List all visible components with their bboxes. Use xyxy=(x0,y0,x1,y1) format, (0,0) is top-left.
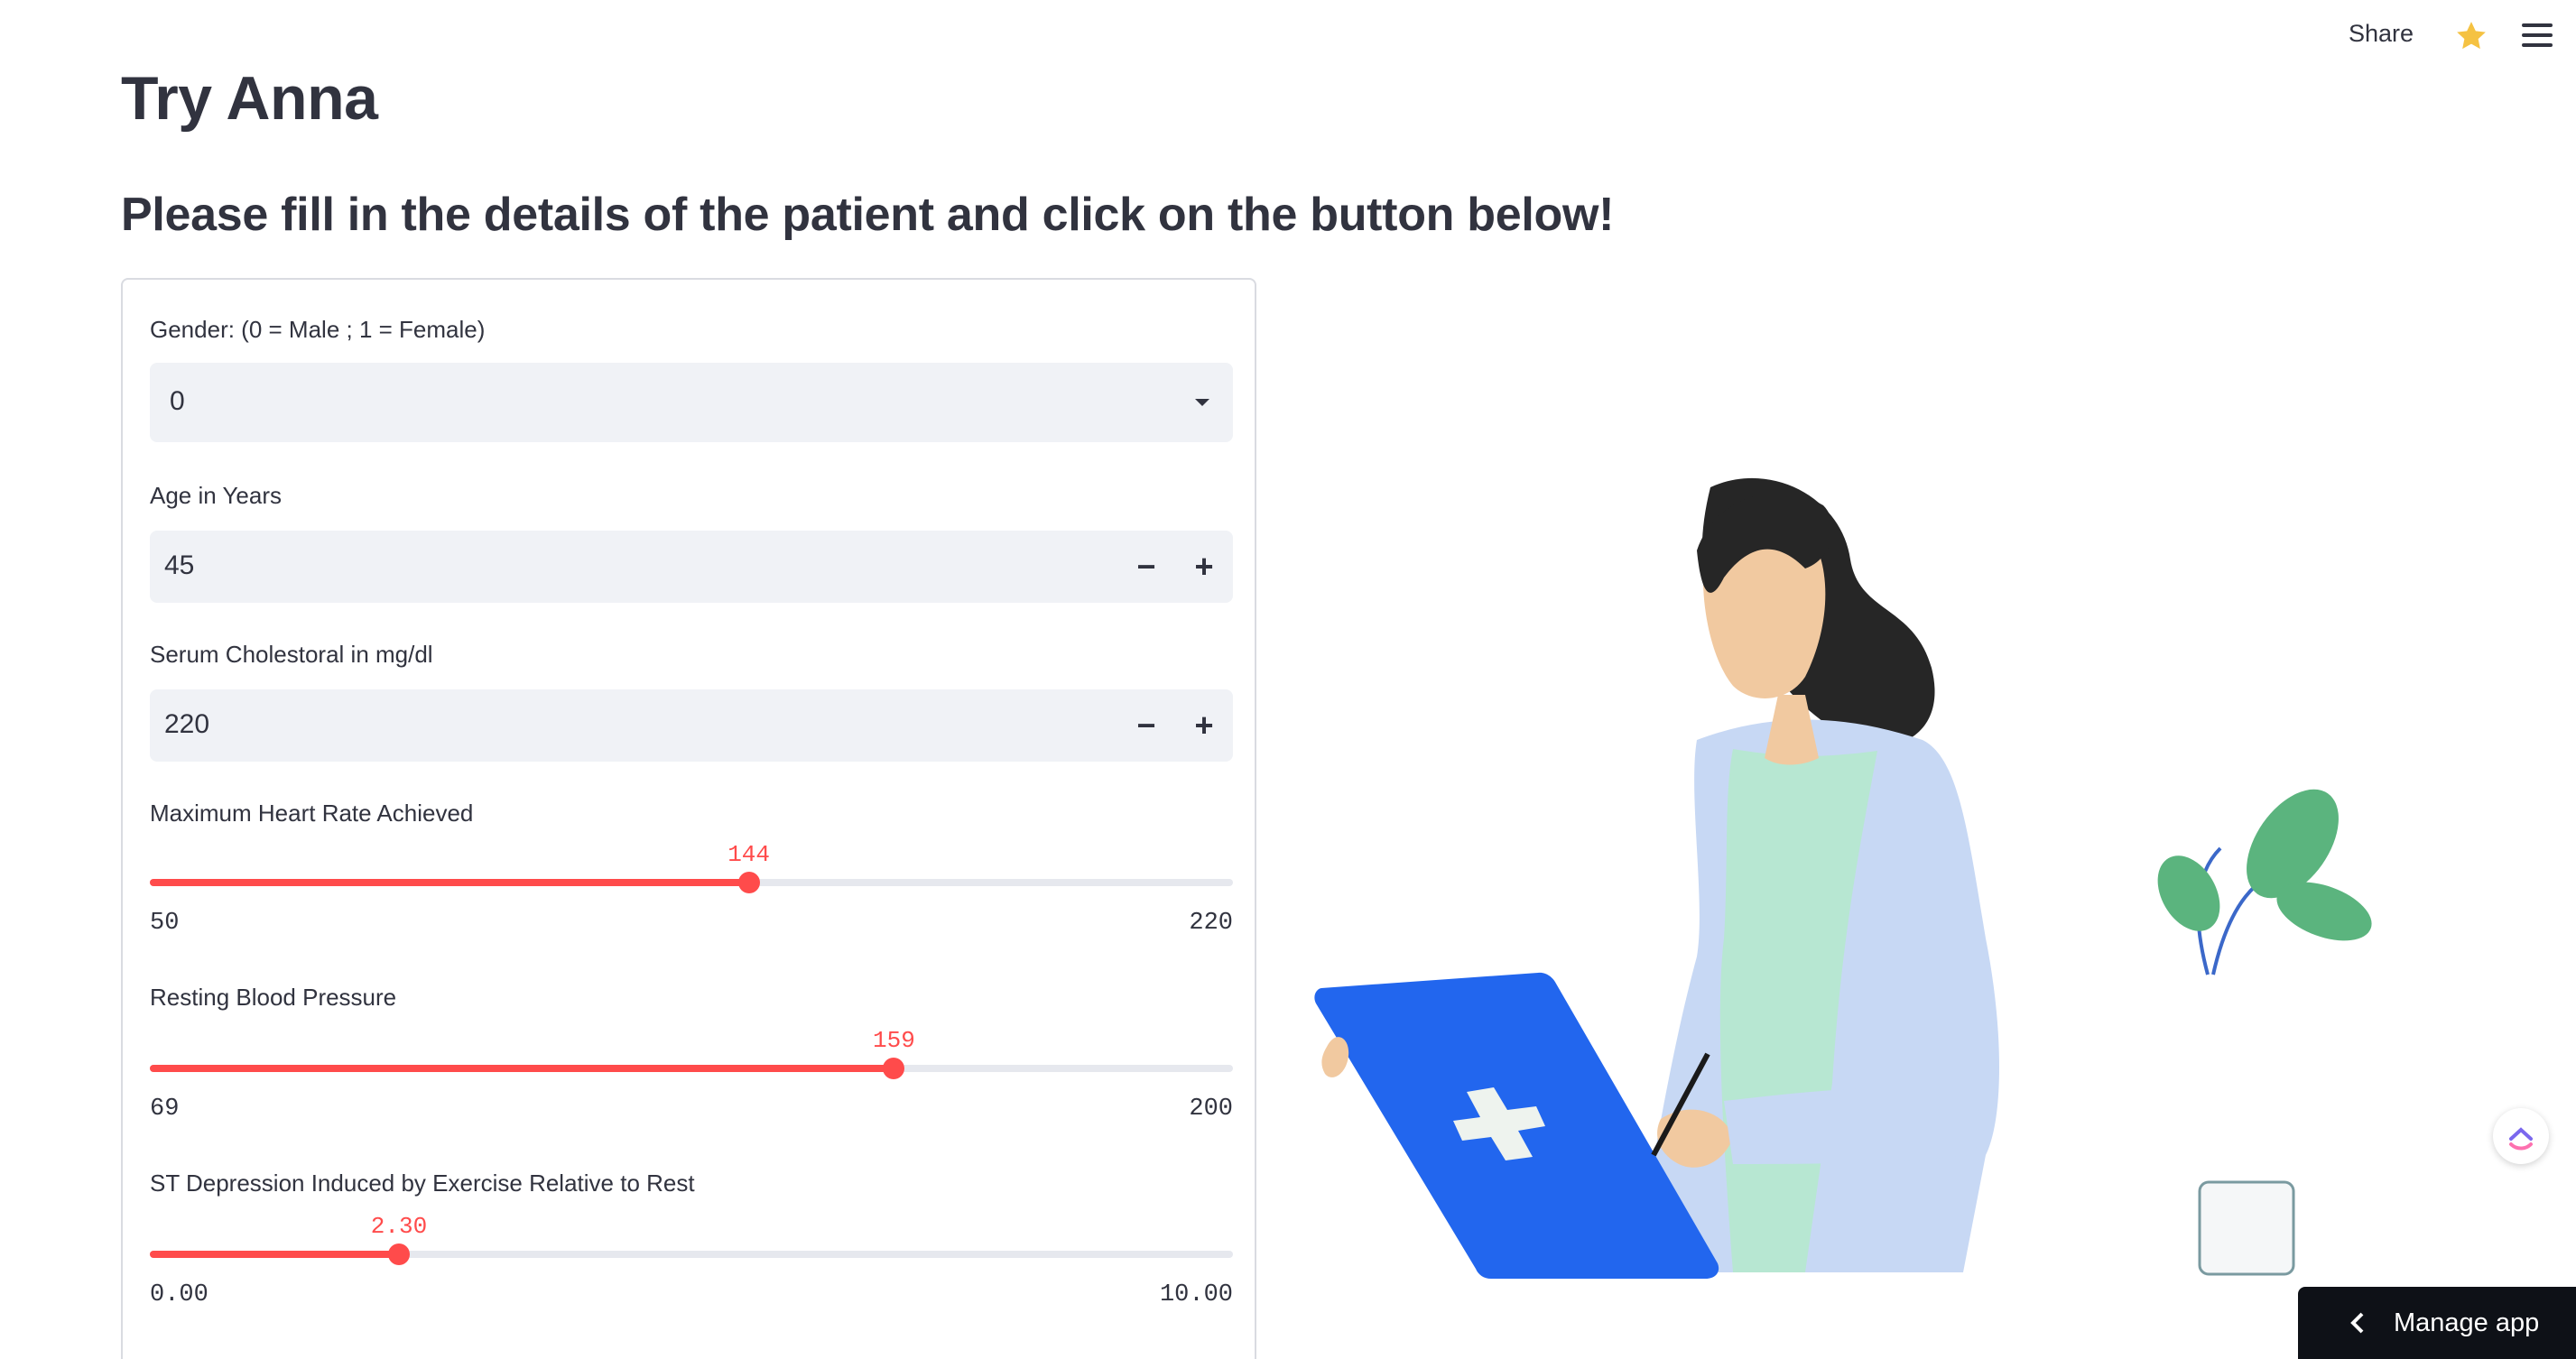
slider-max-value: 200 xyxy=(1189,1096,1233,1123)
resting-bp-slider[interactable]: 159 69 200 xyxy=(150,1027,1233,1144)
age-label: Age in Years xyxy=(150,482,283,509)
slider-thumb[interactable] xyxy=(388,1243,410,1265)
cholesterol-label: Serum Cholestoral in mg/dl xyxy=(150,641,433,668)
app-root: Share Try Anna Please fill in the detail… xyxy=(0,0,2576,1359)
age-input-value: 45 xyxy=(164,550,195,580)
st-depression-label: ST Depression Induced by Exercise Relati… xyxy=(150,1169,695,1197)
manage-app-label: Manage app xyxy=(2394,1308,2540,1337)
max-heart-rate-label: Maximum Heart Rate Achieved xyxy=(150,800,474,827)
st-depression-slider[interactable]: 2.30 0.00 10.00 xyxy=(150,1213,1233,1330)
cholesterol-input-value: 220 xyxy=(164,709,210,739)
doctor-illustration xyxy=(1314,477,2372,1279)
slider-current-value: 159 xyxy=(872,1027,915,1054)
cholesterol-decrement-button[interactable]: − xyxy=(1117,689,1175,762)
slider-current-value: 144 xyxy=(727,841,770,868)
slider-min-value: 50 xyxy=(150,910,180,937)
cholesterol-input[interactable]: 220 − + xyxy=(150,689,1233,762)
caret-down-icon xyxy=(1195,399,1209,406)
slider-thumb[interactable] xyxy=(737,872,760,893)
age-increment-button[interactable]: + xyxy=(1175,531,1233,603)
star-icon[interactable] xyxy=(2453,18,2489,54)
chevron-left-icon xyxy=(2350,1312,2364,1334)
slider-min-value: 69 xyxy=(150,1096,180,1123)
max-heart-rate-slider[interactable]: 144 50 220 xyxy=(150,841,1233,958)
slider-min-value: 0.00 xyxy=(150,1281,208,1308)
floating-widget-button[interactable] xyxy=(2493,1108,2549,1164)
slider-fill xyxy=(150,879,749,886)
plant-icon xyxy=(2157,789,2372,1276)
manage-app-button[interactable]: Manage app xyxy=(2298,1287,2576,1359)
share-button[interactable]: Share xyxy=(2349,20,2414,48)
widget-logo-icon xyxy=(2509,1127,2533,1151)
patient-form: Gender: (0 = Male ; 1 = Female) 0 Age in… xyxy=(121,278,1256,1359)
age-decrement-button[interactable]: − xyxy=(1117,531,1175,603)
age-input[interactable]: 45 − + xyxy=(150,531,1233,603)
page-title: Try Anna xyxy=(121,64,378,133)
slider-max-value: 10.00 xyxy=(1159,1281,1233,1308)
gender-select-value: 0 xyxy=(170,386,185,416)
slider-max-value: 220 xyxy=(1189,910,1233,937)
gender-select[interactable]: 0 xyxy=(150,363,1233,442)
page-subtitle: Please fill in the details of the patien… xyxy=(121,189,1615,241)
slider-fill xyxy=(150,1251,399,1258)
cholesterol-increment-button[interactable]: + xyxy=(1175,689,1233,762)
gender-label: Gender: (0 = Male ; 1 = Female) xyxy=(150,316,486,343)
menu-icon[interactable] xyxy=(2522,23,2553,49)
slider-fill xyxy=(150,1065,894,1072)
slider-current-value: 2.30 xyxy=(370,1213,428,1240)
clipboard-icon xyxy=(1314,972,1719,1279)
slider-thumb[interactable] xyxy=(883,1058,905,1079)
resting-bp-label: Resting Blood Pressure xyxy=(150,984,397,1011)
